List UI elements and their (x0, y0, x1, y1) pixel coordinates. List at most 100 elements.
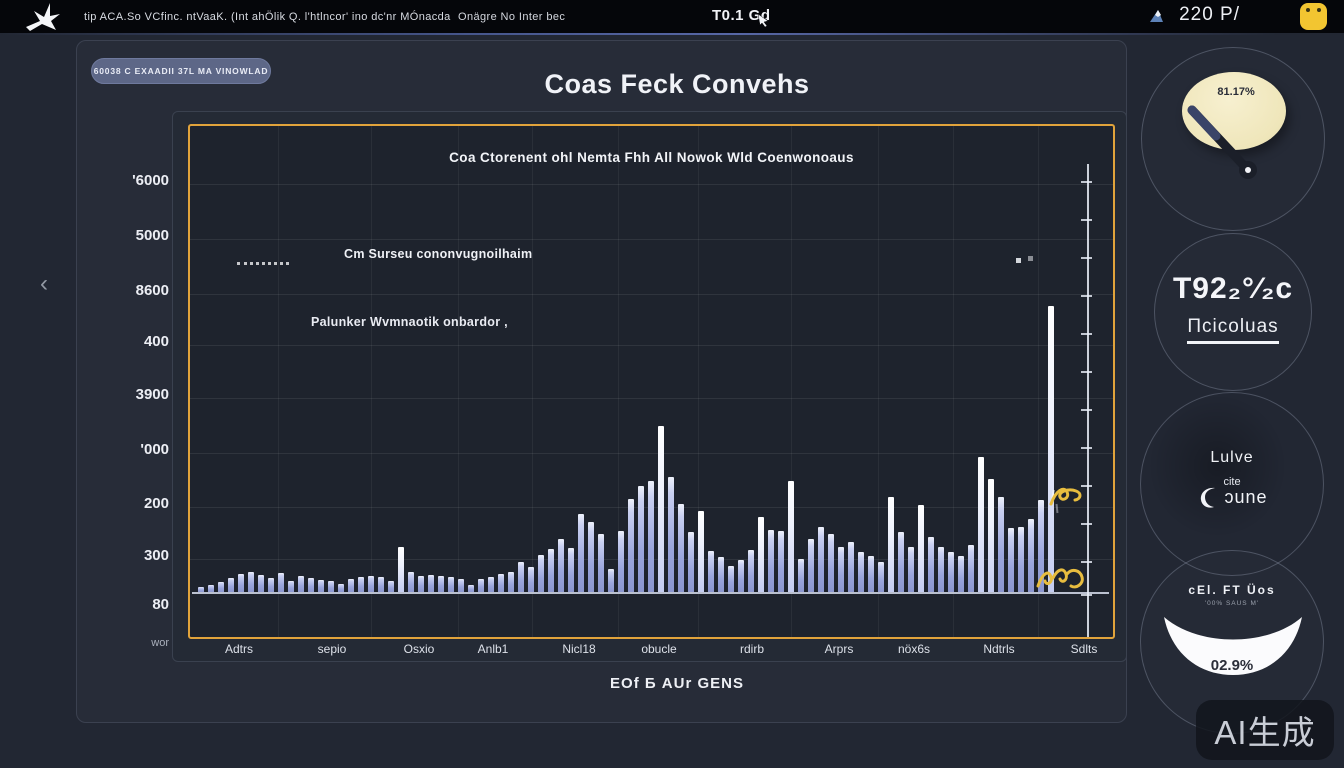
watermark-badge: AI生成 (1196, 700, 1334, 760)
x-axis-tick-label: Arprs (825, 642, 854, 656)
bar (598, 534, 604, 592)
bar (648, 481, 654, 592)
bar (438, 576, 444, 592)
x-axis-tick-label: Sdlts (1071, 642, 1098, 656)
y-axis-tick-label: '6000 (132, 172, 169, 189)
y-axis-labels: '6000500086004003900'00020030080wor (121, 123, 169, 663)
nav-links-middle[interactable]: Onägre No Inter bec (458, 11, 565, 23)
gauge-temperature-label: Πcicoluas (1187, 316, 1278, 344)
bar (618, 531, 624, 592)
gauge-moon-value: 02.9% (1211, 657, 1254, 674)
legend-dotted-line-sample (237, 262, 289, 265)
x-axis-tick-label: obucle (641, 642, 676, 656)
y-axis-tick-label: 200 (144, 495, 169, 512)
bars (198, 306, 1054, 592)
avatar[interactable] (1300, 3, 1327, 30)
bar (338, 584, 344, 592)
axis-tick (1081, 371, 1092, 373)
bar (668, 477, 674, 592)
bar (1018, 527, 1024, 592)
navbar-accent-divider (0, 33, 1344, 35)
bar (628, 499, 634, 592)
bar (238, 574, 244, 592)
gauge-status: Lulve cite ɔune (1140, 392, 1324, 576)
x-axis-tick-label: Anlb1 (478, 642, 509, 656)
bar (208, 585, 214, 592)
x-axis-tick-label: nöx6s (898, 642, 930, 656)
main-panel: 60038 C EXAADII 37L MA VINOWLAD Coas Fec… (76, 40, 1127, 723)
y-axis-tick-label: 8600 (136, 282, 169, 299)
bar (368, 576, 374, 592)
axis-tick (1081, 181, 1092, 183)
bar (1028, 519, 1034, 592)
bar (398, 547, 404, 592)
gridline (190, 184, 1113, 185)
bar (288, 581, 294, 592)
chart-title: Coa Ctorenent ohl Nemta Fhh All Nowok Wl… (449, 150, 854, 165)
header-action-button[interactable]: 60038 C EXAADII 37L MA VINOWLAD (91, 58, 271, 84)
bar (768, 530, 774, 592)
x-axis-tick-label: Ndtrls (983, 642, 1014, 656)
axis-tick (1081, 257, 1092, 259)
x-axis-tick-label: Osxio (404, 642, 435, 656)
axis-tick (1081, 295, 1092, 297)
x-axis-tick-label: Adtrs (225, 642, 253, 656)
legend-marker-icon (1016, 258, 1021, 263)
gauge-dial-value: 81.17% (1217, 86, 1254, 98)
gauge-status-line3: ɔune (1224, 487, 1267, 508)
bar (538, 555, 544, 592)
page-title: Coas Feck Convehs (544, 69, 809, 100)
top-navbar: tip ACA.So VCfinc. ntVaaK. (Int ahÖlik Q… (0, 0, 1344, 33)
axis-tick (1081, 409, 1092, 411)
bar (728, 566, 734, 592)
y-axis-tick-label: 80 (152, 596, 169, 613)
bar (358, 577, 364, 592)
bar (878, 562, 884, 592)
axis-tick (1081, 447, 1092, 449)
bar (408, 572, 414, 592)
back-chevron-icon[interactable]: ‹ (40, 272, 48, 296)
bar (778, 531, 784, 592)
x-axis-tick-label: Nicl18 (562, 642, 595, 656)
y-axis-tick-label: 5000 (136, 227, 169, 244)
bar (488, 577, 494, 592)
axis-tick (1081, 523, 1092, 525)
bar (918, 505, 924, 592)
bar (478, 579, 484, 592)
gauge-needle-icon (1176, 100, 1296, 210)
brand-logo-icon[interactable] (20, 1, 64, 32)
gauge-temperature-value: T92₂°⁄₂c (1155, 272, 1311, 306)
watermark-text: AI生成 (1214, 706, 1315, 754)
bar (718, 557, 724, 592)
x-axis-tick-label: sepio (318, 642, 347, 656)
bar (268, 578, 274, 592)
nav-links-left[interactable]: tip ACA.So VCfinc. ntVaaK. (Int ahÖlik Q… (84, 11, 451, 23)
bar (498, 574, 504, 592)
bar (828, 534, 834, 592)
legend-item-1[interactable]: Cm Surseu cononvugnoilhaim (344, 247, 532, 261)
bar (608, 569, 614, 592)
bar (448, 577, 454, 592)
bar (1008, 528, 1014, 592)
gauge-temperature: T92₂°⁄₂c Πcicoluas (1154, 233, 1312, 391)
gauge-status-line1: Lulve (1141, 449, 1323, 467)
y-axis-tick-label: '000 (140, 441, 169, 458)
bar (758, 517, 764, 592)
legend-marker-icon (1028, 256, 1033, 261)
bar (278, 573, 284, 592)
bar (738, 560, 744, 592)
bar (318, 580, 324, 592)
bar (528, 567, 534, 592)
axis-tick (1081, 561, 1092, 563)
x-axis-title: EOf Б AUr GENS (610, 675, 744, 692)
mountain-icon (1149, 7, 1171, 23)
y-axis-tick-label: wor (151, 637, 169, 649)
bar (328, 581, 334, 592)
gridline (190, 239, 1113, 240)
bar (588, 522, 594, 592)
bar (418, 576, 424, 592)
bar (658, 426, 664, 592)
mouse-cursor-icon (756, 12, 772, 28)
bar (938, 547, 944, 592)
bar (948, 552, 954, 592)
